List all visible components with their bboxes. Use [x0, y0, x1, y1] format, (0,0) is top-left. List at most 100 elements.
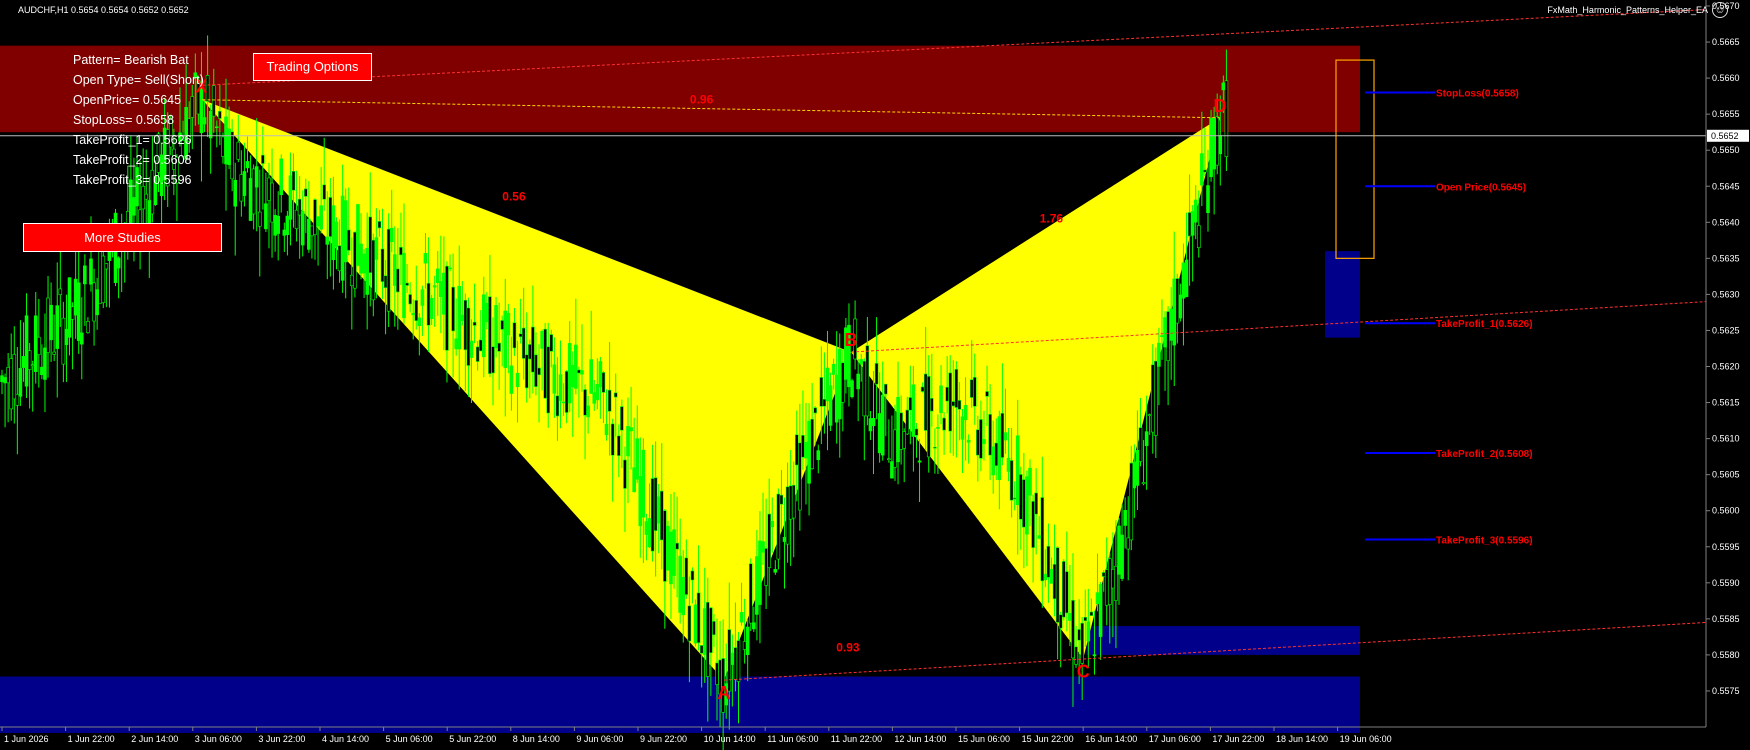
candle-body: [1025, 476, 1029, 535]
candle-body: [948, 372, 953, 432]
candle-body: [313, 199, 317, 235]
candle-body: [261, 154, 265, 164]
candle-body: [285, 215, 290, 235]
candle-body: [764, 548, 768, 586]
candle-body: [696, 592, 701, 644]
candle-body: [604, 423, 609, 435]
candle-body: [758, 540, 762, 605]
candle-body: [963, 405, 968, 421]
candle-body: [1135, 449, 1140, 486]
price-tick-label: 0.5580: [1712, 650, 1740, 660]
candle-body: [574, 344, 578, 389]
candle-body: [319, 205, 323, 230]
candle-body: [1117, 525, 1121, 575]
candle-body: [641, 449, 646, 518]
candle-body: [1101, 572, 1106, 577]
candle-body: [1163, 317, 1167, 348]
candle-body: [411, 312, 416, 316]
candle-body: [752, 622, 756, 630]
candle-body: [791, 484, 796, 519]
candle-body: [445, 265, 449, 351]
candle-body: [555, 395, 560, 417]
candle-body: [414, 300, 419, 321]
candle-body: [316, 216, 320, 227]
candle-body: [1175, 278, 1180, 324]
candle-body: [1196, 225, 1201, 248]
stoploss-text: StopLoss= 0.5658: [73, 113, 175, 127]
candle-body: [233, 179, 238, 207]
candle-body: [626, 426, 630, 457]
candle-body: [712, 621, 716, 636]
candle-body: [116, 257, 121, 269]
candle-body: [794, 434, 799, 466]
candle-body: [663, 510, 667, 582]
smiley-icon[interactable]: ☺: [1712, 2, 1728, 18]
time-tick-label: 11 Jun 06:00: [767, 734, 818, 744]
candle-body: [67, 277, 72, 338]
candle-body: [144, 193, 149, 200]
candle-body: [1089, 611, 1094, 616]
time-tick-label: 18 Jun 14:00: [1276, 734, 1328, 744]
candle-body: [687, 605, 692, 642]
takeprofit-2-text: TakeProfit_2= 0.5608: [73, 153, 192, 167]
candle-body: [1147, 414, 1152, 416]
candle-body: [451, 286, 455, 332]
candle-body: [635, 438, 640, 480]
candle-body: [610, 423, 615, 456]
candle-body: [813, 407, 818, 414]
time-tick-label: 9 Jun 22:00: [640, 734, 687, 744]
more-studies-button[interactable]: More Studies: [23, 223, 222, 252]
candle-body: [650, 478, 655, 552]
candle-body: [141, 186, 145, 210]
candle-body: [1114, 565, 1118, 601]
candle-body: [985, 391, 989, 397]
buy-zone: [0, 676, 1360, 733]
candle-body: [294, 209, 299, 229]
candle-body: [291, 171, 296, 191]
candle-body: [230, 131, 234, 180]
candle-body: [920, 386, 925, 392]
candle-body: [923, 373, 928, 431]
candle-body: [73, 278, 78, 316]
candle-body: [567, 343, 572, 404]
candle-body: [37, 336, 41, 355]
candle-body: [15, 394, 20, 406]
time-tick-label: 8 Jun 14:00: [513, 734, 560, 744]
price-chart[interactable]: StopLoss(0.5658) Open Price(0.5645) TakePr…: [0, 0, 1750, 750]
candle-body: [583, 389, 587, 416]
candle-body: [841, 362, 845, 403]
candle-body: [1144, 431, 1149, 446]
chart-area[interactable]: StopLoss(0.5658) Open Price(0.5645) TakePr…: [0, 0, 1750, 750]
candle-body: [257, 211, 262, 227]
candle-body: [190, 96, 195, 118]
candle-body: [101, 255, 106, 303]
candle-body: [930, 397, 934, 412]
pattern-point-a: A: [717, 683, 730, 703]
candle-body: [472, 321, 477, 326]
candle-body: [1019, 474, 1023, 520]
candle-body: [1184, 259, 1189, 298]
candle-body: [822, 398, 827, 407]
level-label: TakeProfit_2(0.5608): [1436, 449, 1533, 460]
candle-body: [706, 601, 710, 677]
candle-body: [512, 322, 517, 349]
buy-zone-d: [1325, 251, 1360, 338]
candle-body: [748, 563, 753, 624]
candle-body: [1015, 435, 1020, 506]
candle-body: [1172, 278, 1177, 346]
candle-body: [92, 282, 96, 322]
candle-body: [236, 141, 241, 160]
candle-body: [730, 652, 735, 665]
takeprofit-1-text: TakeProfit_1= 0.5626: [73, 133, 192, 147]
candle-body: [942, 417, 946, 431]
candle-body: [1120, 534, 1124, 579]
candle-body: [856, 373, 860, 390]
candle-body: [1086, 621, 1091, 642]
candle-body: [954, 369, 959, 408]
candle-body: [343, 200, 348, 263]
candle-body: [617, 435, 621, 456]
candle-body: [423, 253, 428, 264]
trading-options-button[interactable]: Trading Options: [253, 53, 372, 81]
pattern-point-b: B: [845, 330, 858, 350]
price-tick-label: 0.5625: [1712, 325, 1740, 335]
